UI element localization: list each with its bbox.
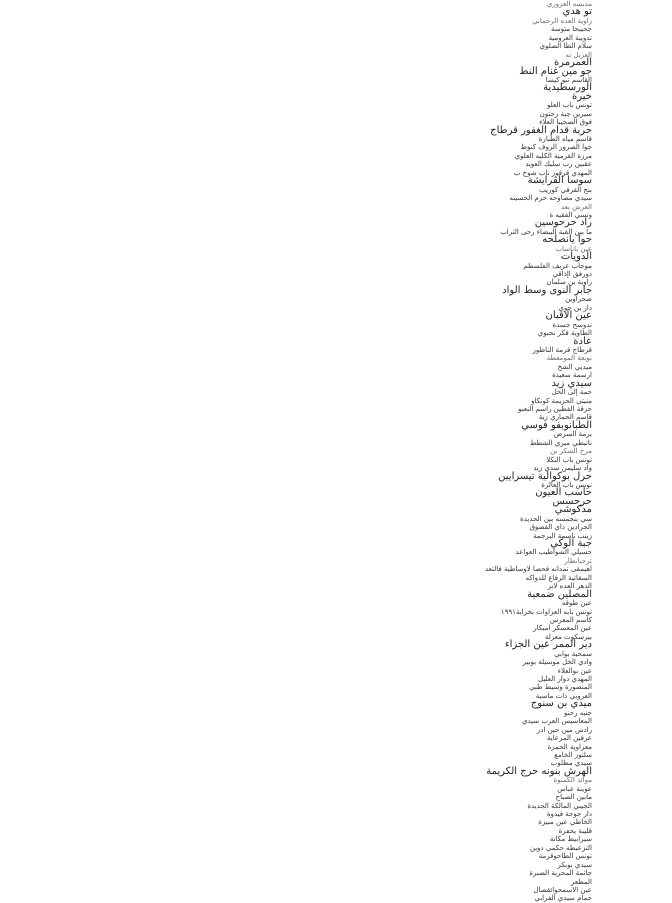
place-name-line: دير الممر عين الجزاء <box>504 639 592 651</box>
place-name-line: جحيبحا متوسة <box>550 25 592 34</box>
place-name-line: سوسا القرايشة <box>527 175 592 187</box>
place-name-line: جو مين غنام النط <box>519 65 592 77</box>
place-name-line: الخاطي عين مبيزة <box>538 818 592 827</box>
place-name-line: مرح الشكر بن <box>550 447 592 456</box>
place-name-line: العرش بعد <box>560 202 592 211</box>
place-name-line: سيرين جبة رحتون <box>539 109 592 118</box>
place-name-line: جاثمة المحرية الصبرة <box>529 869 592 878</box>
place-name-line: بنج القرفي كوريب <box>539 185 592 194</box>
place-name-line: سي بنجمسه بين الحديدة <box>520 514 592 523</box>
place-name-line: عرفين المرعاية <box>546 734 592 743</box>
place-name-line: حسيلي الشواطيب العواعد <box>515 548 592 557</box>
place-name-line: جابر النوى وسط الواد <box>502 284 592 296</box>
place-name-line: حربة قدام الغفور قرطاج <box>490 124 592 136</box>
place-name-line: دورفق اإذاقي <box>552 270 592 278</box>
place-name-line: حرقة القطين راسم النعبو <box>518 405 592 413</box>
place-name-line: مرزة القرمية الكليه العلوي <box>514 151 592 160</box>
place-name-line: قليبة يحفرة <box>558 826 592 835</box>
place-name-line: موجاب عريف الفلسطم <box>523 261 592 270</box>
place-name-line: تدوسح جسدة <box>552 320 592 329</box>
place-name-line: حمة إلى الخل <box>551 388 592 397</box>
place-name-line: عين طوقه <box>561 599 592 608</box>
place-name-line: زاوية العده الرحماني <box>532 16 592 25</box>
place-name-line: تدويبة العرومية <box>548 33 592 42</box>
place-name-line: رادس مين حين ادر <box>536 725 592 734</box>
place-name-line: حوا يانصلحه <box>542 234 592 246</box>
place-name-line: ترجبانطار <box>564 556 592 565</box>
place-name-line: عين المعسكر اميكار <box>533 624 592 633</box>
place-name-line: ميديي الشخ <box>557 362 592 371</box>
place-name-line: التزعيطة حكمي دوين <box>529 843 592 852</box>
place-name-line: جنبه رحنو <box>564 708 592 717</box>
place-name-line: منيتي الحزيمة كونكاو <box>531 396 592 405</box>
place-name-line: جوا الصرور الروف كنوط <box>520 143 592 152</box>
place-name-line: ناتيطي ميري الشطط <box>529 438 592 447</box>
place-name-line: عين الاسمحوائقصال <box>533 885 592 894</box>
place-name-line: سيدي بوبكر <box>557 860 592 869</box>
place-name-line: قاسم مياه الطبارة <box>538 135 592 143</box>
document-page: مديسه الغزوري تو ھدي زاوية العده الرحماني ج… <box>0 0 672 902</box>
place-name-line: برمة السرص <box>553 430 592 439</box>
place-name-line: معراوية الحمزة <box>547 742 592 751</box>
place-name-line: صحراوين <box>565 295 592 304</box>
place-name-line: وادي الخل موسيلة بوبير <box>522 658 592 667</box>
place-name-line: تونس باب العلو <box>547 101 592 110</box>
place-name-line: عوينة عباس <box>557 784 592 793</box>
place-name-line: تونس بابه الغزاوات بخرابة١٩٩١ <box>500 607 592 616</box>
place-name-line: المطعر <box>570 877 592 886</box>
place-name-line: مابين الصباح <box>555 793 592 802</box>
place-name-line: الدويات <box>560 251 592 263</box>
place-name-line: راد حرحوسين <box>534 217 592 229</box>
place-name-line: سيرابيط مكانة <box>549 835 592 844</box>
place-name-line: قرطاج قرمة الناظور <box>532 345 592 354</box>
place-name-line: الطبانوبفو فوسي <box>521 419 592 431</box>
place-name-line: الطاوية فكر نجبوي <box>537 329 592 338</box>
place-name-line: عقبين رب سليك العويد <box>525 160 592 169</box>
place-name-line: موائد الكمتوة <box>553 776 592 785</box>
place-name-line: السقاتية الرفاع للدواكه <box>525 573 592 582</box>
place-name-line: مدكوشي <box>554 504 592 516</box>
place-name-line: سمحية بوابي <box>554 649 592 658</box>
place-name-line: سلتوز الخامع <box>554 750 592 759</box>
place-name-line: تو ھدي <box>562 6 592 18</box>
place-name-line: اهيمقى تمدانه فحصا لاوساطية فالتعد <box>484 565 592 574</box>
place-name-line: الجيبي المالكة الجديدة <box>527 801 592 810</box>
place-name-line: عين الاقبان <box>545 310 592 322</box>
place-name-line: سلام الظا الصلوي <box>539 42 592 51</box>
place-name-line: خيرة <box>572 90 592 102</box>
place-name-line: الجرادين داي القصوق <box>529 523 592 532</box>
place-name-line: تونس الطاحوقرمة <box>538 852 592 861</box>
place-name-line: نويعة المومعطة <box>546 354 592 363</box>
place-name-line: عين بوالعلاء <box>557 666 592 675</box>
place-name-list: مديسه الغزوري تو ھدي زاوية العده الرحماني ج… <box>442 0 592 902</box>
place-name-line: ميدي بن سنوج <box>530 698 592 710</box>
place-name-line: المهدي دوار العليل <box>538 675 592 683</box>
place-name-line: سيدي زيد <box>551 377 592 389</box>
place-name-line: تونس باب النكلا <box>546 455 592 464</box>
place-name-line: جبة الوكي <box>550 538 592 549</box>
place-name-line: كاسم المعرس <box>549 615 592 624</box>
place-name-line: حرل بوكوالية تيسرايين <box>498 470 592 482</box>
place-name-line: الورسطيدية <box>543 82 592 94</box>
place-name-line: دار جوحة فيدوة <box>546 810 592 818</box>
place-name-line: المعاسيس العرب سيدي <box>521 717 592 726</box>
place-name-line: المصلين ضمعبة <box>527 588 592 600</box>
place-name-line: المنصورة وسيط طبي <box>529 683 592 692</box>
place-name-line: عادة <box>573 335 592 347</box>
place-name-line: سيدي مصاوحه حرم الحسينه <box>509 194 592 203</box>
place-name-line: الهرش بنونه حرج الكريمة <box>486 765 592 777</box>
